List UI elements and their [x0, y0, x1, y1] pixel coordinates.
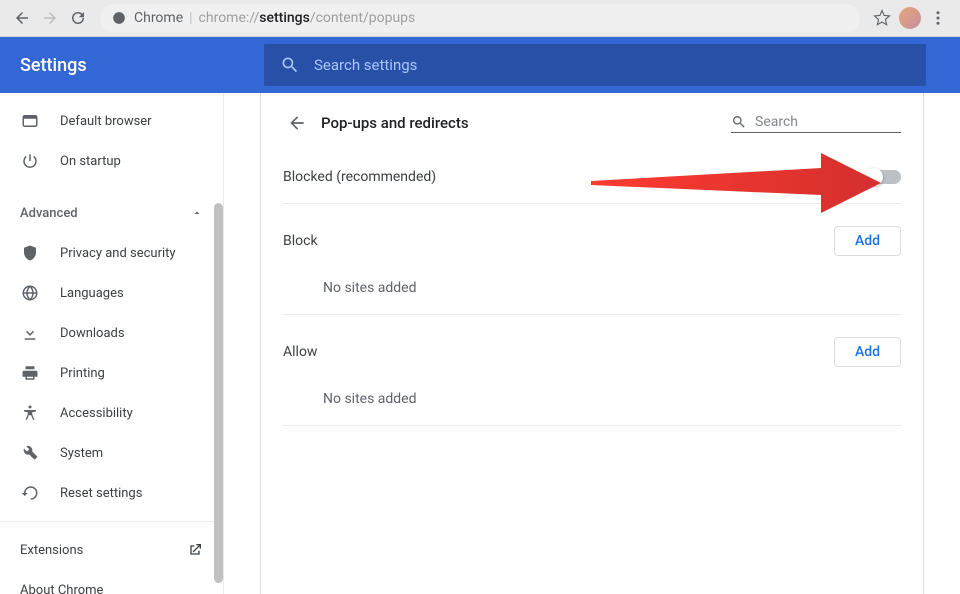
sidebar-item-downloads[interactable]: Downloads	[0, 313, 223, 353]
download-icon	[20, 323, 40, 343]
sidebar-item-printing[interactable]: Printing	[0, 353, 223, 393]
sidebar-item-label: System	[60, 446, 103, 461]
blocked-toggle[interactable]	[867, 170, 901, 184]
sidebar-item-on-startup[interactable]: On startup	[0, 141, 223, 181]
allow-section-title: Allow	[283, 344, 317, 360]
external-link-icon	[187, 542, 203, 558]
sidebar-item-extensions[interactable]: Extensions	[0, 530, 223, 570]
sidebar-item-label: Printing	[60, 366, 105, 381]
page-title: Pop-ups and redirects	[321, 114, 469, 132]
address-bar[interactable]: Chrome | chrome://settings/content/popup…	[100, 4, 860, 32]
sidebar-item-default-browser[interactable]: Default browser	[0, 101, 223, 141]
browser-menu-icon[interactable]	[924, 4, 952, 32]
printer-icon	[20, 363, 40, 383]
power-icon	[20, 151, 40, 171]
settings-header: Settings	[0, 37, 960, 93]
sidebar-item-accessibility[interactable]: Accessibility	[0, 393, 223, 433]
shield-icon	[20, 243, 40, 263]
accessibility-icon	[20, 403, 40, 423]
page-search-input[interactable]	[755, 114, 875, 130]
scrollbar[interactable]	[214, 203, 223, 583]
block-add-button[interactable]: Add	[834, 226, 901, 256]
url-strong: settings	[259, 10, 310, 26]
reload-button[interactable]	[64, 4, 92, 32]
sidebar-item-label: Downloads	[60, 326, 125, 341]
page-back-button[interactable]	[283, 109, 311, 137]
settings-title: Settings	[20, 55, 264, 76]
sidebar-advanced-label: Advanced	[20, 206, 78, 221]
block-section-title: Block	[283, 233, 318, 249]
globe-icon	[20, 283, 40, 303]
browser-toolbar: Chrome | chrome://settings/content/popup…	[0, 0, 960, 37]
back-button[interactable]	[8, 4, 36, 32]
browser-icon	[20, 111, 40, 131]
sidebar-item-label: On startup	[60, 154, 121, 169]
toggle-knob	[865, 168, 883, 186]
sidebar: Default browser On startup Advanced Priv…	[0, 93, 224, 594]
sidebar-item-label: Reset settings	[60, 486, 142, 501]
page-search[interactable]	[731, 114, 901, 133]
search-icon	[731, 114, 747, 130]
chevron-up-icon	[191, 207, 203, 219]
settings-search-input[interactable]	[314, 56, 910, 74]
sidebar-item-label: Default browser	[60, 114, 152, 129]
url-rest: /content/popups	[310, 10, 415, 26]
sidebar-item-about[interactable]: About Chrome	[0, 570, 223, 594]
sidebar-item-label: Privacy and security	[60, 246, 176, 261]
forward-button[interactable]	[36, 4, 64, 32]
sidebar-item-system[interactable]: System	[0, 433, 223, 473]
settings-search[interactable]	[264, 44, 926, 86]
url-label: Chrome	[134, 10, 183, 26]
sidebar-item-privacy[interactable]: Privacy and security	[0, 233, 223, 273]
sidebar-item-label: About Chrome	[20, 583, 103, 594]
sidebar-item-label: Languages	[60, 286, 124, 301]
main-content: Pop-ups and redirects Blocked (recommend…	[224, 93, 960, 594]
wrench-icon	[20, 443, 40, 463]
profile-avatar[interactable]	[896, 4, 924, 32]
blocked-label: Blocked (recommended)	[283, 169, 436, 185]
restore-icon	[20, 483, 40, 503]
sidebar-item-languages[interactable]: Languages	[0, 273, 223, 313]
block-empty-message: No sites added	[283, 270, 901, 315]
url-scheme: chrome://	[199, 10, 260, 26]
sidebar-item-label: Extensions	[20, 543, 83, 558]
sidebar-item-label: Accessibility	[60, 406, 133, 421]
search-icon	[280, 55, 300, 75]
sidebar-item-reset[interactable]: Reset settings	[0, 473, 223, 513]
allow-add-button[interactable]: Add	[834, 337, 901, 367]
bookmark-star-icon[interactable]	[868, 4, 896, 32]
allow-empty-message: No sites added	[283, 381, 901, 426]
sidebar-advanced-toggle[interactable]: Advanced	[0, 193, 223, 233]
